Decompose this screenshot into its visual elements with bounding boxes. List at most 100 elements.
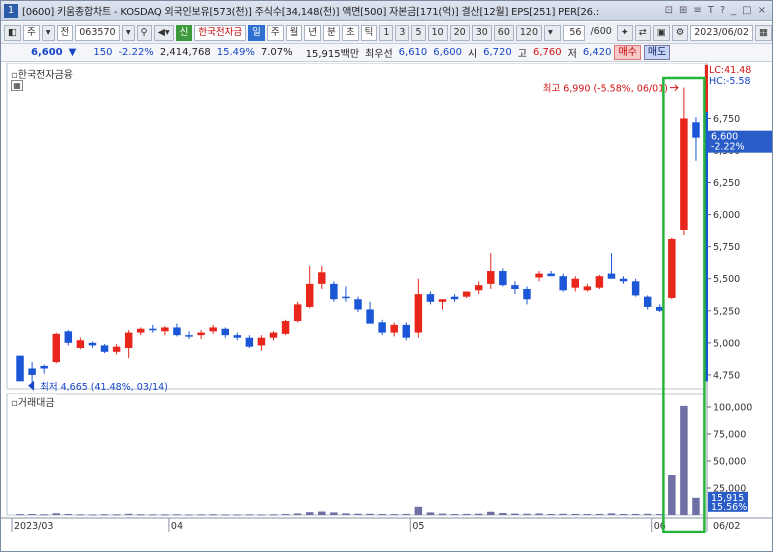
interval-120[interactable]: 120 <box>515 24 543 41</box>
chart-area[interactable]: 4,7505,0005,2505,5005,7506,0006,2506,500… <box>1 62 772 553</box>
volume-bar <box>52 513 60 515</box>
interval-3[interactable]: 3 <box>395 24 410 41</box>
volume-bar <box>281 514 290 516</box>
volume-bar <box>330 512 338 515</box>
candle-body <box>100 345 109 352</box>
volume-bar <box>28 514 36 516</box>
volume-bar <box>149 514 157 516</box>
interval-60[interactable]: 60 <box>493 24 514 41</box>
volume-bar <box>40 514 48 516</box>
minimize-icon[interactable]: _ <box>731 5 736 16</box>
stock-name: 한국전자금 <box>194 24 247 41</box>
candle-body <box>595 276 604 288</box>
candle-body <box>474 285 483 291</box>
best-ask: 6,610 <box>398 47 428 58</box>
interval-30[interactable]: 30 <box>471 24 492 41</box>
interval-20[interactable]: 20 <box>449 24 470 41</box>
candle-body <box>668 238 676 298</box>
candle-body <box>571 278 580 288</box>
maximize-icon[interactable]: □ <box>742 5 751 16</box>
new-button[interactable]: 신 <box>175 24 193 41</box>
gear-icon[interactable]: ⚙ <box>671 24 689 41</box>
help-icon[interactable]: ? <box>720 5 725 16</box>
high-annotation: 최고 6,990 (-5.58%, 06/01) <box>543 84 668 95</box>
volume-bar <box>221 514 229 516</box>
sell-button[interactable]: 매도 <box>643 45 671 60</box>
restore-icon[interactable]: ⊡ <box>665 5 673 16</box>
window-controls: ⊡ ⊞ ≡ T ? _ □ × <box>665 5 772 16</box>
period-tick[interactable]: 틱 <box>360 24 378 41</box>
candle-body <box>342 296 350 299</box>
volume-bar <box>631 513 640 515</box>
volume-bar <box>354 513 362 515</box>
interval-1[interactable]: 1 <box>379 24 394 41</box>
candle-body <box>16 355 24 382</box>
menu-icon[interactable]: ≡ <box>693 5 701 16</box>
volume-bar <box>100 514 109 516</box>
candle-body <box>414 294 423 333</box>
candle-body <box>28 368 36 375</box>
price-chart-svg[interactable]: 4,7505,0005,2505,5005,7506,0006,2506,500… <box>1 62 772 534</box>
period-minute[interactable]: 분 <box>323 24 340 41</box>
table-icon[interactable]: ▦ <box>11 80 23 91</box>
price-tick-label: 4,750 <box>713 370 740 381</box>
period-week[interactable]: 주 <box>266 24 284 41</box>
candle-body <box>366 309 374 324</box>
volume-bar <box>438 513 447 515</box>
close-icon[interactable]: × <box>758 5 766 16</box>
candle-body <box>233 335 242 338</box>
chevron-down-icon[interactable]: ▾ <box>121 24 135 41</box>
candle-body <box>305 283 314 307</box>
arrow-right-icon <box>669 84 679 92</box>
candle-body <box>487 271 495 284</box>
save-icon[interactable]: ▣ <box>652 24 670 41</box>
volume-bar <box>559 513 567 515</box>
interval-5[interactable]: 5 <box>411 24 426 41</box>
candle-body <box>643 296 652 307</box>
chevron-down-icon[interactable]: ▾ <box>544 24 561 41</box>
calendar-icon[interactable]: ▦ <box>755 24 772 41</box>
compare-icon[interactable]: ⇄ <box>634 24 651 41</box>
stock-code-input[interactable]: 063570 <box>75 24 120 41</box>
volume-bar <box>692 497 700 515</box>
period-day[interactable]: 일 <box>248 24 265 41</box>
current-change-tag: -2.22% <box>711 142 745 153</box>
count-input[interactable]: 56 <box>562 24 586 41</box>
period-second[interactable]: 초 <box>341 24 359 41</box>
candle-body <box>88 342 97 346</box>
title-bar[interactable]: 1 [0600] 키움종합차트 - KOSDAQ 외국인보유[573(천)] 주… <box>1 1 772 21</box>
period-select[interactable]: 주 <box>22 24 40 41</box>
price-panel-title: ▫한국전자금융 <box>9 66 75 81</box>
candle-body <box>245 337 254 347</box>
candle-body <box>559 276 567 291</box>
speaker-icon[interactable]: ◀▾ <box>153 24 174 41</box>
date-label: 04 <box>171 521 183 532</box>
search-icon[interactable]: ⚲ <box>136 24 152 41</box>
prev-button[interactable]: 전 <box>56 24 74 41</box>
price-tick-label: 5,000 <box>713 338 740 349</box>
date-input[interactable]: 2023/06/02 <box>690 24 754 41</box>
candle-body <box>197 332 205 336</box>
volume-bar <box>209 514 217 516</box>
candle-body <box>136 328 145 333</box>
tile-icon[interactable]: ⊞ <box>679 5 687 16</box>
candle-body <box>402 324 411 338</box>
font-icon[interactable]: T <box>708 5 714 16</box>
chevron-down-icon[interactable]: ▾ <box>41 24 55 41</box>
period-month[interactable]: 월 <box>285 24 303 41</box>
volume-bar <box>607 513 616 515</box>
high-value: 6,760 <box>532 47 562 58</box>
interval-10[interactable]: 10 <box>427 24 448 41</box>
volume-bar <box>535 513 543 515</box>
price-change-pct: -2.22% <box>118 47 154 58</box>
period-year[interactable]: 년 <box>304 24 322 41</box>
volume-bar <box>161 514 169 516</box>
volume-panel-title: ▫거래대금 <box>9 394 57 409</box>
candle-body <box>450 296 459 300</box>
layout-icon[interactable]: ◧ <box>4 24 21 41</box>
volume-bar <box>643 513 652 515</box>
indicator-icon[interactable]: ✦ <box>616 24 633 41</box>
volume-value: 2,414,768 <box>159 47 211 58</box>
volume-bar <box>245 514 254 516</box>
buy-button[interactable]: 매수 <box>614 45 641 60</box>
